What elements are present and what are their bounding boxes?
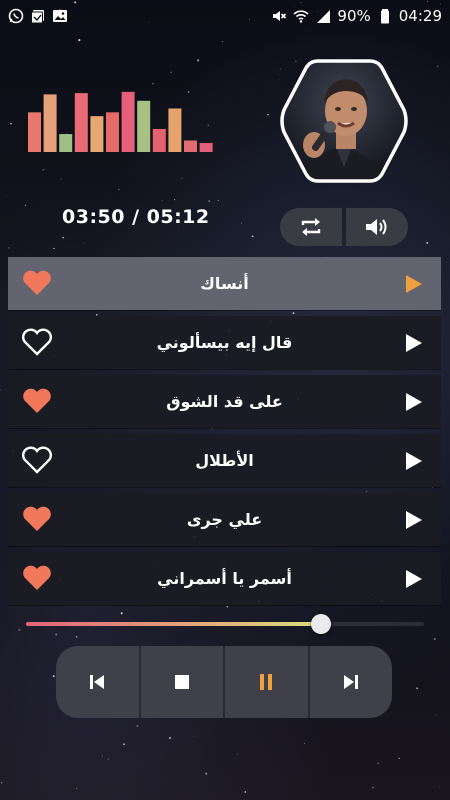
stop-button[interactable] [141, 646, 225, 718]
favorite-heart-icon[interactable] [21, 269, 53, 297]
song-title: أسمر يا أسمراني [157, 569, 292, 588]
song-title: قال إيه بيسألوني [156, 333, 293, 352]
photo-gallery-icon [31, 10, 44, 24]
equalizer-bar [184, 140, 197, 152]
song-title: على قد الشوق [166, 392, 283, 411]
play-icon[interactable] [405, 333, 423, 353]
previous-icon [90, 675, 105, 689]
favorite-heart-icon[interactable] [21, 446, 53, 474]
equalizer-bar [137, 100, 151, 152]
wifi-icon [293, 10, 309, 23]
play-icon[interactable] [405, 274, 423, 294]
playlist: أنساك قال إيه بيسألوني على قد الشوق الأط… [8, 257, 441, 611]
playlist-item[interactable]: قال إيه بيسألوني [8, 316, 441, 369]
next-button[interactable] [310, 646, 393, 718]
battery-icon [380, 9, 389, 24]
seek-slider[interactable] [26, 614, 424, 634]
repeat-icon [301, 218, 321, 236]
equalizer-bar [168, 108, 182, 152]
equalizer-visualizer [28, 91, 213, 152]
mute-icon [273, 11, 287, 21]
equalizer-bar [106, 112, 119, 152]
song-title: علي جرى [186, 510, 263, 529]
play-icon[interactable] [405, 510, 423, 530]
time-display: 03:50 / 05:12 [62, 206, 210, 228]
playlist-item[interactable]: أسمر يا أسمراني [8, 552, 441, 605]
playlist-item[interactable]: علي جرى [8, 493, 441, 546]
transport-controls [56, 646, 392, 718]
whatsapp-icon [8, 8, 24, 24]
favorite-heart-icon[interactable] [21, 387, 53, 415]
seek-fill [26, 622, 321, 626]
equalizer-bar [152, 128, 166, 152]
favorite-heart-icon[interactable] [21, 328, 53, 356]
playlist-item[interactable]: الأطلال [8, 434, 441, 487]
play-icon[interactable] [405, 392, 423, 412]
equalizer-bar [90, 116, 104, 152]
image-icon [53, 10, 67, 22]
seek-thumb[interactable] [310, 614, 331, 634]
pause-icon [260, 674, 273, 690]
battery-percent: 90% [337, 7, 371, 25]
status-bar: 90% 04:29 [0, 0, 450, 32]
song-title: أنساك [200, 274, 249, 293]
playlist-item[interactable]: على قد الشوق [8, 375, 441, 428]
signal-icon [317, 10, 331, 23]
status-clock: 04:29 [398, 7, 442, 25]
previous-button[interactable] [56, 646, 141, 718]
play-icon[interactable] [405, 569, 423, 589]
equalizer-bar [59, 134, 73, 152]
stop-icon [174, 675, 189, 689]
repeat-button[interactable] [280, 208, 342, 246]
volume-button[interactable] [346, 208, 408, 246]
equalizer-bar [74, 93, 88, 152]
volume-icon [366, 219, 387, 235]
equalizer-bar [28, 112, 41, 152]
pause-button[interactable] [225, 646, 310, 718]
equalizer-bar [199, 143, 213, 152]
equalizer-bar [43, 94, 57, 152]
favorite-heart-icon[interactable] [21, 564, 53, 592]
artist-avatar [280, 59, 408, 183]
playlist-item[interactable]: أنساك [8, 257, 441, 310]
song-title: الأطلال [195, 451, 254, 470]
next-icon [343, 675, 358, 689]
equalizer-bar [121, 91, 135, 152]
favorite-heart-icon[interactable] [21, 505, 53, 533]
play-icon[interactable] [405, 451, 423, 471]
